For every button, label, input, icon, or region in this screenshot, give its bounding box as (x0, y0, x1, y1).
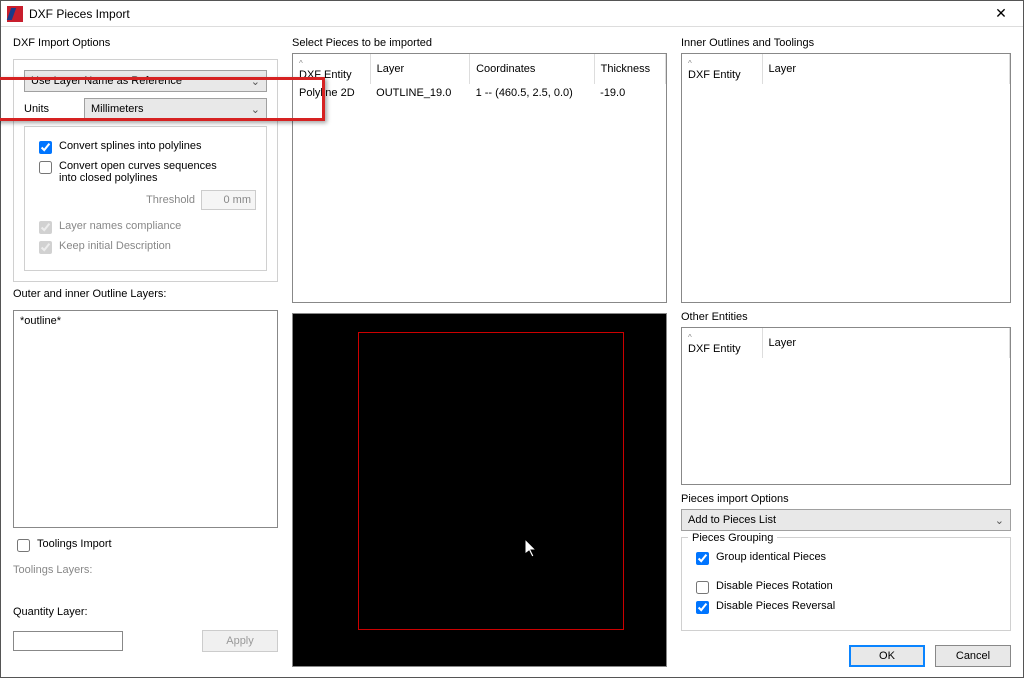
reference-select[interactable]: Use Layer Name as Reference (24, 70, 267, 92)
col-entity-r1[interactable]: ^DXF Entity (682, 54, 762, 84)
disable-reversal-checkbox[interactable] (696, 601, 709, 614)
group-identical-label: Group identical Pieces (716, 551, 826, 563)
cell-thickness: -19.0 (594, 84, 665, 102)
units-select[interactable]: Millimeters (84, 98, 267, 120)
col-thickness[interactable]: Thickness (594, 54, 665, 84)
app-icon (7, 6, 23, 22)
convert-open-line2: into closed polylines (59, 172, 217, 184)
inner-outlines-table-box[interactable]: ^DXF Entity Layer (681, 53, 1011, 303)
dialog-window: DXF Pieces Import ✕ DXF Import Options U… (0, 0, 1024, 678)
units-label: Units (24, 103, 74, 115)
table-row[interactable]: Polyline 2D OUTLINE_19.0 1 -- (460.5, 2.… (293, 84, 666, 102)
mouse-cursor-icon (525, 539, 541, 559)
keep-description-checkbox (39, 241, 52, 254)
layer-names-label: Layer names compliance (59, 220, 181, 232)
cancel-button[interactable]: Cancel (935, 645, 1011, 667)
convert-open-label: Convert open curves sequences into close… (59, 160, 217, 184)
apply-button[interactable]: Apply (202, 630, 278, 652)
import-options-label: DXF Import Options (13, 37, 278, 49)
col-entity-r2[interactable]: ^DXF Entity (682, 328, 762, 358)
inner-outlines-table: ^DXF Entity Layer (682, 54, 1010, 84)
other-entities-table-box[interactable]: ^DXF Entity Layer (681, 327, 1011, 485)
threshold-label: Threshold (146, 194, 195, 206)
disable-reversal-row: Disable Pieces Reversal (692, 600, 1000, 617)
toolings-import-label: Toolings Import (37, 538, 112, 550)
ok-button[interactable]: OK (849, 645, 925, 667)
import-action-value: Add to Pieces List (688, 514, 776, 526)
col-coords[interactable]: Coordinates (470, 54, 595, 84)
quantity-layer-label: Quantity Layer: (13, 606, 278, 618)
group-identical-row: Group identical Pieces (692, 551, 1000, 568)
layer-names-checkbox (39, 221, 52, 234)
toolings-layers-placeholder (13, 582, 278, 600)
cell-coords: 1 -- (460.5, 2.5, 0.0) (470, 84, 595, 102)
threshold-input[interactable] (201, 190, 256, 210)
preview-canvas[interactable] (292, 313, 667, 667)
import-action-select[interactable]: Add to Pieces List (681, 509, 1011, 531)
pieces-import-options-label: Pieces import Options (681, 493, 1011, 505)
outline-layers-value: *outline* (20, 315, 61, 327)
convert-open-row: Convert open curves sequences into close… (35, 160, 256, 184)
threshold-row: Threshold (35, 190, 256, 210)
left-panel: DXF Import Options Use Layer Name as Ref… (13, 37, 278, 667)
units-value: Millimeters (91, 103, 144, 115)
units-row: Units Millimeters (24, 98, 267, 120)
col-layer[interactable]: Layer (370, 54, 469, 84)
layer-names-row: Layer names compliance (35, 220, 256, 237)
inner-outlines-label: Inner Outlines and Toolings (681, 37, 1011, 49)
toolings-layers-label: Toolings Layers: (13, 564, 278, 576)
convert-splines-checkbox[interactable] (39, 141, 52, 154)
keep-description-label: Keep initial Description (59, 240, 171, 252)
outline-layers-label: Outer and inner Outline Layers: (13, 288, 278, 300)
toolings-import-checkbox[interactable] (17, 539, 30, 552)
quantity-row: Apply (13, 630, 278, 652)
group-identical-checkbox[interactable] (696, 552, 709, 565)
col-layer-r1[interactable]: Layer (762, 54, 1010, 84)
outline-preview-rect (358, 332, 624, 630)
disable-rotation-checkbox[interactable] (696, 581, 709, 594)
titlebar: DXF Pieces Import ✕ (1, 1, 1023, 27)
col-entity[interactable]: ^DXF Entity (293, 54, 370, 84)
disable-rotation-row: Disable Pieces Rotation (692, 580, 1000, 597)
toolings-import-row: Toolings Import (13, 538, 278, 555)
disable-rotation-label: Disable Pieces Rotation (716, 580, 833, 592)
pieces-grouping-fieldset: Pieces Grouping Group identical Pieces D… (681, 537, 1011, 631)
conversion-group: Convert splines into polylines Convert o… (24, 126, 267, 271)
other-entities-label: Other Entities (681, 311, 1011, 323)
footer-buttons: OK Cancel (681, 645, 1011, 667)
pieces-grouping-label: Pieces Grouping (688, 532, 777, 544)
convert-open-line1: Convert open curves sequences (59, 160, 217, 172)
reference-select-value: Use Layer Name as Reference (31, 75, 182, 87)
quantity-layer-input[interactable] (13, 631, 123, 651)
disable-reversal-label: Disable Pieces Reversal (716, 600, 835, 612)
keep-description-row: Keep initial Description (35, 240, 256, 257)
close-button[interactable]: ✕ (979, 1, 1023, 26)
cell-entity: Polyline 2D (293, 84, 370, 102)
pieces-table: ^DXF Entity Layer Coordinates Thickness … (293, 54, 666, 102)
col-layer-r2[interactable]: Layer (762, 328, 1010, 358)
select-pieces-label: Select Pieces to be imported (292, 37, 667, 49)
convert-splines-label: Convert splines into polylines (59, 140, 201, 152)
other-entities-table: ^DXF Entity Layer (682, 328, 1010, 358)
dialog-body: DXF Import Options Use Layer Name as Ref… (1, 27, 1023, 677)
pieces-table-box[interactable]: ^DXF Entity Layer Coordinates Thickness … (292, 53, 667, 303)
window-title: DXF Pieces Import (29, 7, 979, 21)
outline-layers-textarea[interactable]: *outline* (13, 310, 278, 528)
cell-layer: OUTLINE_19.0 (370, 84, 469, 102)
right-panel: Inner Outlines and Toolings ^DXF Entity … (681, 37, 1011, 667)
center-panel: Select Pieces to be imported ^DXF Entity… (292, 37, 667, 667)
import-options-group: Use Layer Name as Reference Units Millim… (13, 59, 278, 282)
convert-splines-row: Convert splines into polylines (35, 140, 256, 157)
convert-open-checkbox[interactable] (39, 161, 52, 174)
